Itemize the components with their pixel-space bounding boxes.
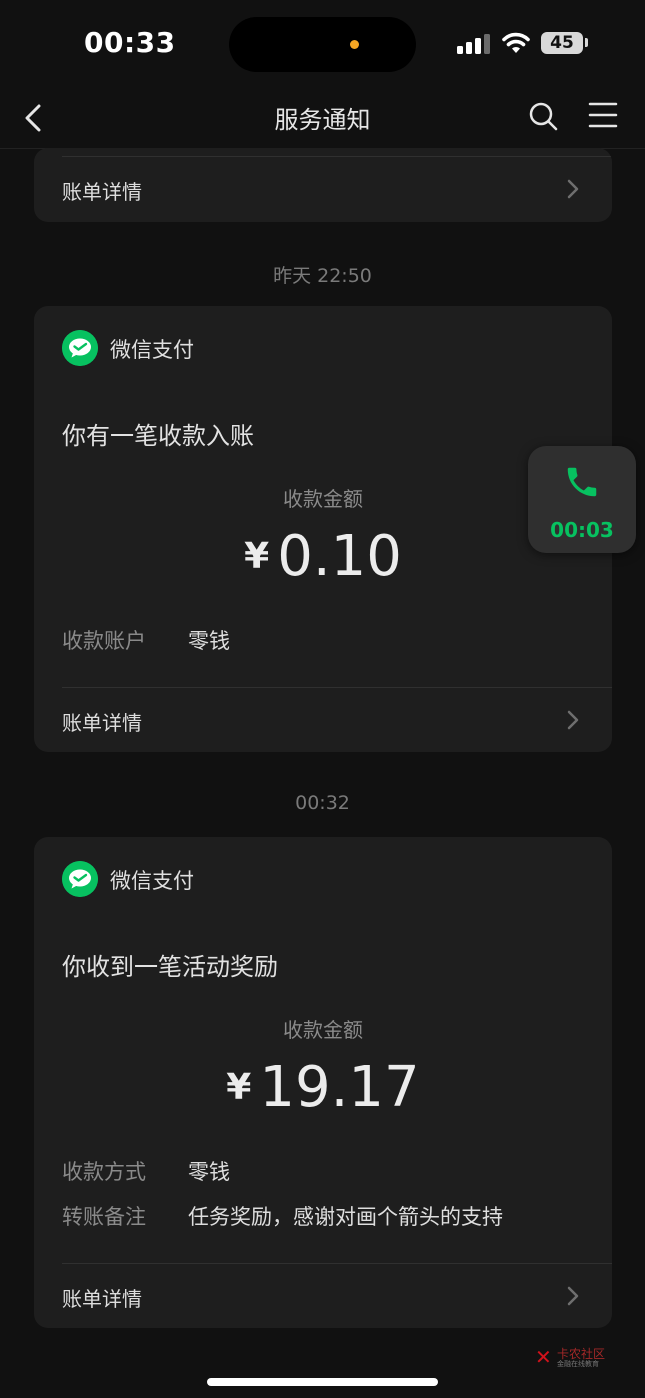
- phone-icon: [567, 467, 597, 497]
- amount-label: 收款金额: [283, 1018, 363, 1042]
- field-row: 收款账户 零钱: [62, 625, 230, 655]
- chevron-right-icon: [567, 179, 579, 199]
- status-bar: 00:33 45: [0, 0, 645, 88]
- bill-details-label: 账单详情: [62, 180, 142, 204]
- chevron-right-icon: [567, 1286, 579, 1306]
- notification-headline: 你有一笔收款入账: [62, 422, 254, 450]
- bill-details-label: 账单详情: [62, 1287, 142, 1311]
- amount-label: 收款金额: [283, 487, 363, 511]
- wifi-icon: [502, 32, 530, 53]
- battery-icon: 45: [541, 32, 583, 54]
- watermark-subtitle: 金融在线教育: [557, 1360, 599, 1368]
- navigation-bar: 服务通知: [0, 88, 645, 149]
- notification-card-partial: 账单详情: [34, 148, 612, 222]
- field-value: 零钱: [188, 1160, 230, 1184]
- field-value: 零钱: [188, 629, 230, 653]
- message-timestamp: 00:32: [295, 792, 350, 814]
- kanong-logo-icon: ✕: [535, 1345, 552, 1369]
- bill-details-row[interactable]: 账单详情: [34, 688, 612, 752]
- bill-details-row[interactable]: 账单详情: [34, 1264, 612, 1328]
- battery-level: 45: [550, 33, 574, 53]
- notification-headline: 你收到一笔活动奖励: [62, 953, 278, 981]
- currency-symbol: ¥: [244, 536, 270, 577]
- dynamic-island: [229, 17, 416, 72]
- wechat-pay-logo-icon: [62, 861, 98, 897]
- home-indicator[interactable]: [207, 1378, 438, 1386]
- floating-call-bubble[interactable]: 00:03: [528, 446, 636, 553]
- chevron-right-icon: [567, 710, 579, 730]
- wechat-pay-logo-icon: [62, 330, 98, 366]
- field-key: 收款账户: [62, 629, 146, 653]
- search-icon[interactable]: [527, 100, 559, 132]
- battery-nub: [585, 38, 588, 47]
- currency-symbol: ¥: [226, 1067, 252, 1108]
- payment-amount: ¥0.10: [34, 524, 612, 589]
- amount-value: 0.10: [277, 524, 402, 589]
- bill-details-row[interactable]: 账单详情: [34, 157, 612, 221]
- cellular-signal-icon: [457, 32, 491, 54]
- brand-name: 微信支付: [110, 869, 194, 893]
- amount-value: 19.17: [259, 1055, 420, 1120]
- status-time: 00:33: [84, 26, 176, 59]
- payment-amount: ¥19.17: [34, 1055, 612, 1120]
- privacy-indicator-dot: [350, 40, 359, 49]
- brand-name: 微信支付: [110, 338, 194, 362]
- bill-details-label: 账单详情: [62, 711, 142, 735]
- field-row: 收款方式 零钱: [62, 1156, 230, 1186]
- menu-icon[interactable]: [588, 100, 618, 130]
- message-timestamp: 昨天 22:50: [273, 265, 372, 287]
- call-duration: 00:03: [550, 518, 614, 542]
- field-key: 收款方式: [62, 1160, 146, 1184]
- payment-notification-card[interactable]: 微信支付 你收到一笔活动奖励 收款金额 ¥19.17 收款方式 零钱 转账备注 任务…: [34, 837, 612, 1328]
- watermark-logo: ✕ 卡农社区 金融在线教育: [535, 1345, 615, 1369]
- field-row: 转账备注 任务奖励，感谢对画个箭头的支持: [62, 1201, 503, 1231]
- field-key: 转账备注: [62, 1205, 146, 1229]
- payment-notification-card[interactable]: 微信支付 你有一笔收款入账 收款金额 ¥0.10 收款账户 零钱 账单详情: [34, 306, 612, 752]
- field-value: 任务奖励，感谢对画个箭头的支持: [188, 1205, 503, 1229]
